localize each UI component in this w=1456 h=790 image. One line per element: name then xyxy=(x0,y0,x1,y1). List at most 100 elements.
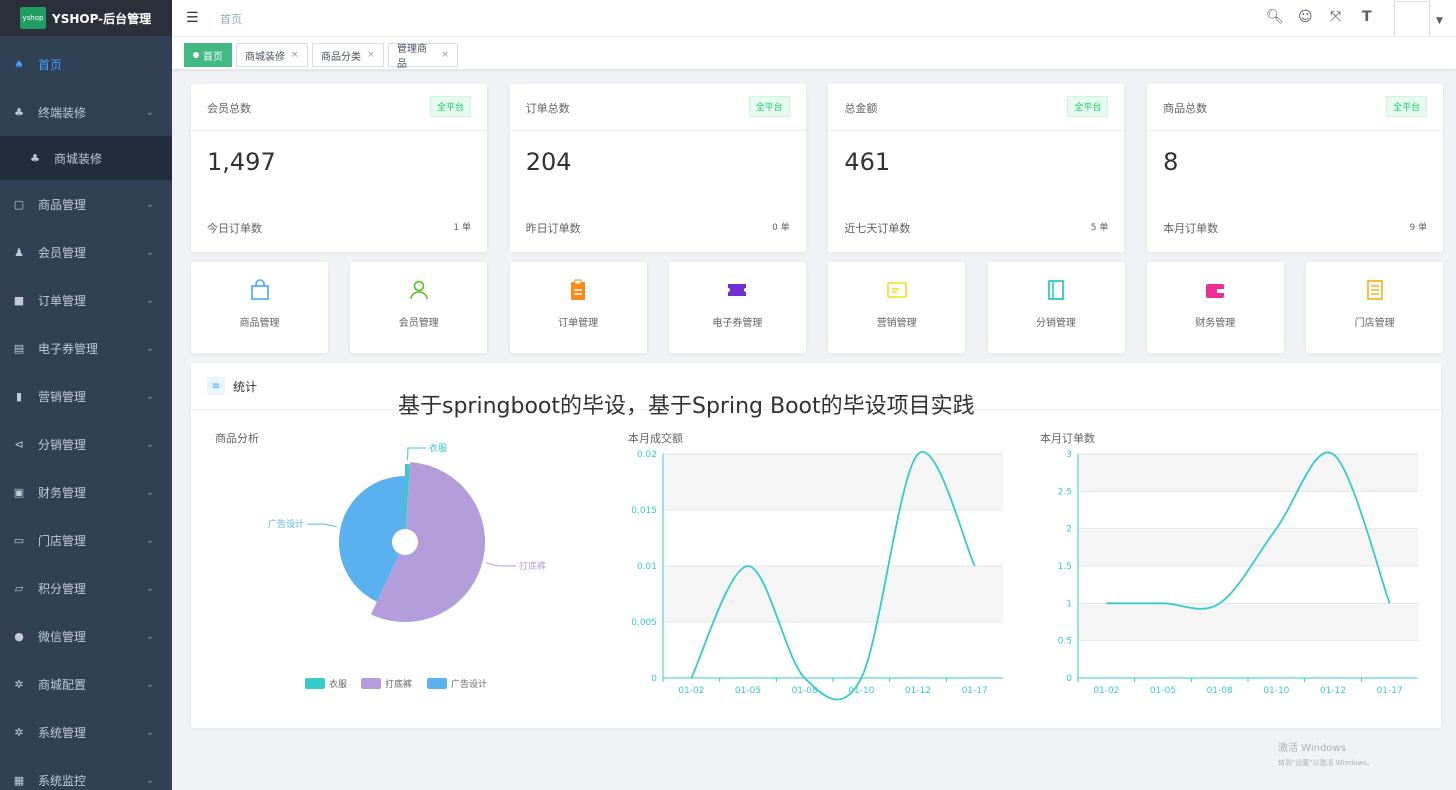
legend-swatch[interactable] xyxy=(305,678,325,689)
sidebar-item-9[interactable]: ▣ 财务管理 ⌄ xyxy=(0,468,172,516)
search-icon[interactable]: 🔍︎ xyxy=(1266,9,1284,25)
shirt-icon: ♣ xyxy=(14,105,24,119)
x-tick-label: 01-17 xyxy=(962,686,988,696)
nav-card[interactable]: 电子券管理 xyxy=(668,262,806,353)
sidebar-item-13[interactable]: ✲ 商城配置 ⌄ xyxy=(0,660,172,708)
sidebar-item-8[interactable]: ⊲ 分销管理 ⌄ xyxy=(0,420,172,468)
sidebar-item-label: 系统监控 xyxy=(38,773,87,788)
tag-0[interactable]: 首页 xyxy=(184,43,232,67)
chevron-down-icon: ⌄ xyxy=(145,294,154,306)
sidebar-item-3[interactable]: ▢ 商品管理 ⌄ xyxy=(0,180,172,228)
sidebar-item-2[interactable]: ♣ 商城装修 xyxy=(0,136,172,180)
bag-icon xyxy=(191,278,328,302)
orders-line-chart: 0 0.5 1 1.5 2 2.5 3 01-02 01-05 01-08 01-10 01-12 01… xyxy=(1058,450,1418,696)
sidebar-item-11[interactable]: ▱ 积分管理 ⌄ xyxy=(0,564,172,612)
pie-slice-label: 衣服 xyxy=(429,442,447,454)
sidebar-item-label: 首页 xyxy=(38,57,63,72)
chevron-down-icon[interactable]: ▼ xyxy=(1436,16,1443,26)
font-size-icon[interactable]: T xyxy=(1362,9,1372,25)
tag-label: 商城装修 xyxy=(245,51,285,63)
sidebar-item-14[interactable]: ✲ 系统管理 ⌄ xyxy=(0,708,172,756)
x-tick-label: 01-08 xyxy=(1207,686,1233,696)
y-tick-label: 2.5 xyxy=(1058,487,1072,497)
sidebar-item-label: 商城配置 xyxy=(38,677,87,692)
shirt-icon: ♣ xyxy=(30,151,40,165)
close-icon[interactable]: × xyxy=(367,50,375,60)
ticket-icon xyxy=(669,278,806,302)
tag-label: 首页 xyxy=(203,51,223,63)
stat-footer-label: 本月订单数 xyxy=(1163,222,1219,235)
logo[interactable]: yshop YSHOP-后台管理 xyxy=(0,0,172,36)
points-icon: ▱ xyxy=(14,581,24,595)
nav-card[interactable]: 商品管理 xyxy=(191,262,328,353)
tag-1[interactable]: 商城装修 × xyxy=(236,43,308,67)
logo-badge: yshop xyxy=(20,7,46,29)
chevron-down-icon: ⌄ xyxy=(145,438,154,450)
nav-card[interactable]: 门店管理 xyxy=(1306,262,1444,353)
scope-badge: 全平台 xyxy=(1386,96,1428,117)
legend-label: 广告设计 xyxy=(451,678,487,690)
tag-2[interactable]: 商品分类 × xyxy=(312,43,384,67)
pie-leader-line xyxy=(486,562,516,567)
sidebar-item-label: 财务管理 xyxy=(38,485,87,500)
nav-card[interactable]: 营销管理 xyxy=(828,262,966,353)
stat-value: 8 xyxy=(1163,148,1179,176)
nav-card[interactable]: 分销管理 xyxy=(987,262,1125,353)
stat-card: 总金额 全平台 461 近七天订单数 5 单 xyxy=(828,84,1125,252)
sidebar-item-0[interactable]: ♠ 首页 xyxy=(0,40,172,88)
stat-title: 总金额 xyxy=(844,102,878,115)
sidebar-item-7[interactable]: ▮ 营销管理 ⌄ xyxy=(0,372,172,420)
tag-label: 管理商品 xyxy=(397,44,427,70)
sidebar-item-4[interactable]: ♟ 会员管理 ⌄ xyxy=(0,228,172,276)
sidebar-item-label: 门店管理 xyxy=(38,533,87,548)
avatar[interactable] xyxy=(1394,1,1430,37)
x-tick-label: 01-02 xyxy=(1093,686,1119,696)
scope-badge: 全平台 xyxy=(429,96,471,117)
close-icon[interactable]: × xyxy=(441,50,449,60)
sidebar-item-1[interactable]: ♣ 终端装修 ⌄ xyxy=(0,88,172,136)
sidebar-item-label: 电子券管理 xyxy=(38,341,99,356)
app-title: YSHOP-后台管理 xyxy=(52,11,152,26)
x-tick-label: 01-02 xyxy=(678,686,704,696)
chevron-down-icon: ⌄ xyxy=(145,582,154,594)
users-icon: ♟ xyxy=(14,245,24,259)
nav-card[interactable]: 会员管理 xyxy=(350,262,488,353)
store-icon: ▭ xyxy=(13,533,25,547)
chevron-down-icon: ⌄ xyxy=(145,198,154,210)
watermark-line-1: 激活 Windows xyxy=(1278,743,1346,754)
y-tick-label: 1.5 xyxy=(1058,562,1072,572)
hamburger-icon[interactable]: ☰ xyxy=(186,10,199,26)
legend-label: 打底裤 xyxy=(385,678,412,690)
stat-footer-value: 0 单 xyxy=(772,223,790,233)
y-tick-label: 0 xyxy=(651,674,657,684)
stat-footer-label: 今日订单数 xyxy=(207,222,262,235)
chart-icon: ▤ xyxy=(13,341,25,355)
scope-badge: 全平台 xyxy=(1067,96,1109,117)
legend-label: 衣服 xyxy=(329,678,347,690)
sidebar-item-10[interactable]: ▭ 门店管理 ⌄ xyxy=(0,516,172,564)
close-icon[interactable]: × xyxy=(291,50,299,60)
y-tick-label: 0.01 xyxy=(637,562,657,572)
fullscreen-icon[interactable]: ⤧ xyxy=(1330,9,1341,25)
bar-chart-icon: ▮ xyxy=(15,389,23,403)
sidebar-item-12[interactable]: ● 微信管理 ⌄ xyxy=(0,612,172,660)
nav-card[interactable]: 财务管理 xyxy=(1146,262,1284,353)
sidebar-item-5[interactable]: ■ 订单管理 ⌄ xyxy=(0,276,172,324)
clipboard-icon xyxy=(510,278,647,302)
wechat-icon: ● xyxy=(14,629,24,643)
github-icon[interactable]: ☺ xyxy=(1298,9,1313,25)
stat-title: 订单总数 xyxy=(525,102,570,115)
stat-card: 订单总数 全平台 204 昨日订单数 0 单 xyxy=(509,84,806,252)
tag-3[interactable]: 管理商品 × xyxy=(388,43,458,70)
breadcrumb[interactable]: 首页 xyxy=(220,11,242,27)
sidebar-item-label: 分销管理 xyxy=(38,437,87,452)
pie-chart: 衣服打底裤广告设计衣服 打底裤 广告设计 xyxy=(268,442,546,690)
y-tick-label: 0 xyxy=(1066,674,1072,684)
sidebar-item-6[interactable]: ▤ 电子券管理 ⌄ xyxy=(0,324,172,372)
legend-swatch[interactable] xyxy=(361,678,381,689)
nav-card[interactable]: 订单管理 xyxy=(509,262,647,353)
legend-swatch[interactable] xyxy=(427,678,447,689)
sidebar-item-15[interactable]: ▦ 系统监控 ⌄ xyxy=(0,756,172,790)
y-tick-label: 0.015 xyxy=(631,506,657,516)
chevron-down-icon: ⌄ xyxy=(145,342,154,354)
